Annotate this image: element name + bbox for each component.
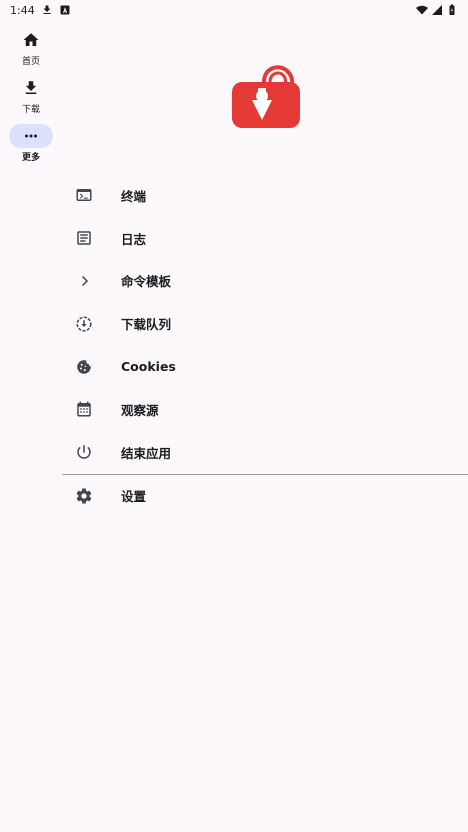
menu-label: 设置	[121, 489, 147, 505]
download-icon	[41, 4, 53, 16]
status-time: 1:44	[10, 3, 35, 17]
menu-label: 观察源	[121, 402, 159, 418]
rail-pill	[9, 76, 53, 100]
home-icon	[23, 33, 39, 46]
menu-label: 终端	[121, 188, 147, 204]
download-queue-icon	[74, 314, 94, 334]
rail-item-download[interactable]: 下载	[0, 72, 62, 120]
menu-label: 下载队列	[121, 317, 172, 333]
menu-label: 日志	[121, 231, 147, 247]
a-notification-icon	[59, 4, 71, 16]
rail-label-more: 更多	[21, 153, 40, 163]
menu-item-log[interactable]: 日志	[62, 217, 468, 260]
rail-item-more[interactable]: 更多	[0, 120, 62, 168]
download-icon	[25, 81, 37, 94]
battery-icon	[446, 4, 458, 16]
rail-pill-active	[9, 124, 53, 148]
menu-item-command-templates[interactable]: 命令模板	[62, 260, 468, 303]
status-bar: 1:44	[0, 0, 468, 20]
cookie-icon	[74, 357, 94, 377]
gear-icon	[74, 486, 94, 506]
power-icon	[74, 442, 94, 462]
more-horiz-icon	[25, 134, 37, 138]
signal-icon	[431, 4, 443, 16]
menu-label: 命令模板	[121, 274, 172, 290]
rail-label-home: 首页	[21, 57, 40, 67]
menu-item-terminal[interactable]: 终端	[62, 174, 468, 217]
menu-label: Cookies	[121, 359, 176, 375]
menu-item-settings[interactable]: 设置	[62, 475, 468, 518]
app-logo-icon	[228, 62, 304, 132]
wifi-icon	[416, 4, 428, 16]
rail-label-download: 下载	[21, 105, 40, 115]
menu-item-download-queue[interactable]: 下载队列	[62, 302, 468, 345]
article-icon	[74, 228, 94, 248]
more-menu: 终端 日志 命令模板 下载队列 Cookies 观察源 结束应用 设置	[62, 174, 468, 517]
menu-item-cookies[interactable]: Cookies	[62, 345, 468, 388]
terminal-icon	[74, 185, 94, 205]
menu-label: 结束应用	[121, 445, 172, 461]
menu-item-observe-sources[interactable]: 观察源	[62, 388, 468, 431]
rail-pill	[9, 28, 53, 52]
navigation-rail: 首页 下载 更多	[0, 24, 62, 168]
rail-item-home[interactable]: 首页	[0, 24, 62, 72]
menu-item-exit-app[interactable]: 结束应用	[62, 431, 468, 474]
calendar-icon	[74, 399, 94, 419]
chevron-right-icon	[74, 271, 94, 291]
